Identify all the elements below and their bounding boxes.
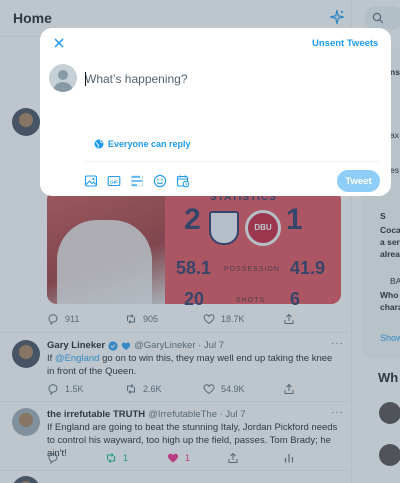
gif-icon[interactable]: GIF [107,174,121,188]
compose-tweet-dialog [40,28,391,196]
svg-text:GIF: GIF [110,179,118,184]
divider [85,161,380,162]
avatar[interactable] [49,64,77,92]
compose-text-input[interactable] [85,71,375,87]
tweet-submit-button[interactable]: Tweet [337,170,380,192]
image-icon[interactable] [84,174,98,188]
close-icon[interactable] [52,36,66,50]
globe-icon [94,139,104,149]
poll-icon[interactable] [130,174,144,188]
reply-permission-button[interactable]: Everyone can reply [94,139,191,149]
reply-permission-label: Everyone can reply [108,139,191,149]
schedule-icon[interactable] [176,174,190,188]
emoji-icon[interactable] [153,174,167,188]
unsent-tweets-button[interactable]: Unsent Tweets [312,38,378,49]
text-caret [85,72,86,86]
